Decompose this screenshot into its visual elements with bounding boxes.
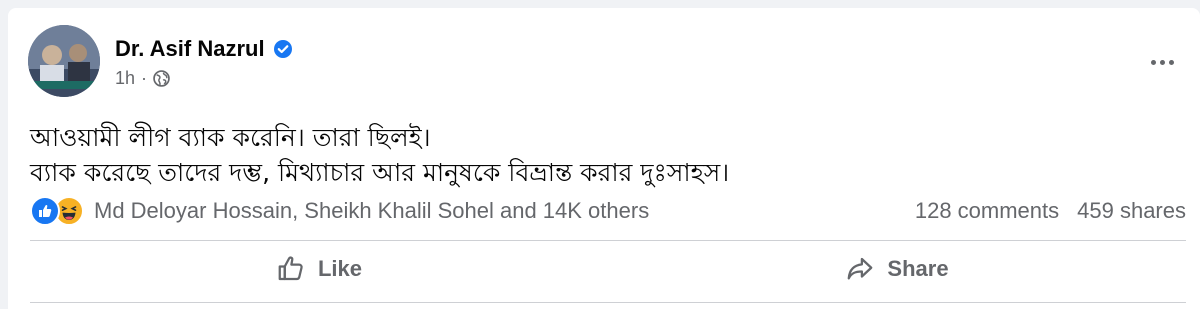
share-arrow-icon xyxy=(848,257,873,280)
post-time[interactable]: 1h xyxy=(115,68,135,89)
comments-count[interactable]: 128 comments xyxy=(915,198,1059,224)
bottom-divider xyxy=(30,302,1186,303)
avatar[interactable] xyxy=(28,25,100,97)
like-label: Like xyxy=(317,256,363,281)
reactor-names[interactable]: Md Deloyar Hossain, Sheikh Khalil Sohel … xyxy=(94,198,649,224)
engagement-stats: 128 comments 459 shares xyxy=(915,198,1186,224)
post-text: আওয়ামী লীগ ব্যাক করেনি। তারা ছিলই। ব্যা… xyxy=(30,120,729,190)
share-label: Share xyxy=(887,256,949,281)
thumbs-up-icon xyxy=(278,256,303,281)
action-bar: Like Share xyxy=(30,244,1186,294)
post-line-2: ব্যাক করেছে তাদের দম্ভ, মিথ্যাচার আর মান… xyxy=(30,158,730,187)
author-name-row: Dr. Asif Nazrul xyxy=(115,36,293,62)
divider xyxy=(30,240,1186,241)
reaction-summary[interactable]: Md Deloyar Hossain, Sheikh Khalil Sohel … xyxy=(30,196,649,226)
author-name[interactable]: Dr. Asif Nazrul xyxy=(115,36,265,62)
post-card: Dr. Asif Nazrul 1h · আওয়ামী লীগ ব্যাক ক… xyxy=(8,8,1200,309)
verified-badge-icon xyxy=(273,39,293,59)
post-meta: 1h · xyxy=(115,68,170,89)
globe-icon[interactable] xyxy=(153,70,170,87)
share-button[interactable]: Share xyxy=(608,244,1186,294)
post-line-1: আওয়ামী লীগ ব্যাক করেনি। তারা ছিলই। xyxy=(30,123,431,152)
shares-count[interactable]: 459 shares xyxy=(1077,198,1186,224)
like-button[interactable]: Like xyxy=(30,244,608,294)
meta-separator: · xyxy=(141,68,148,88)
more-options-icon[interactable] xyxy=(1142,42,1182,82)
like-reaction-icon xyxy=(30,196,60,226)
